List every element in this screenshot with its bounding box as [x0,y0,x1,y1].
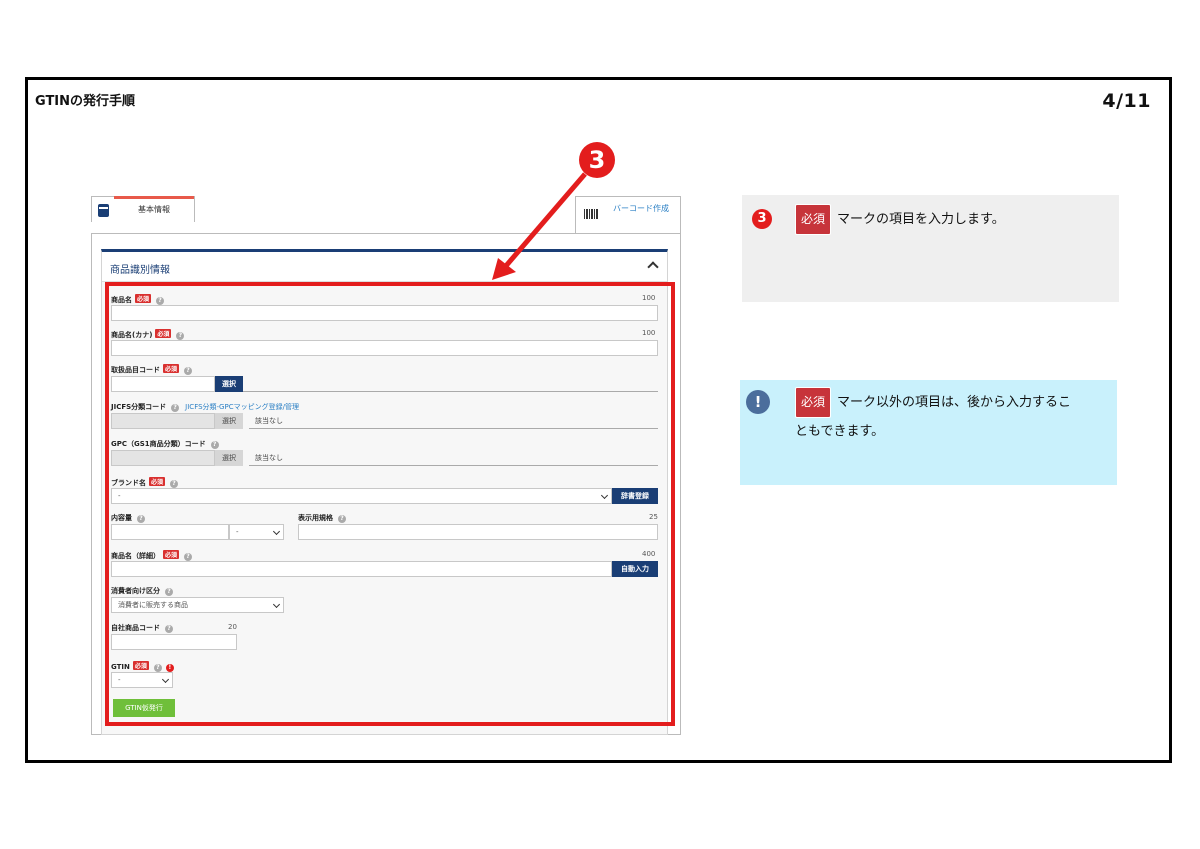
callout-second-line1: マーク以外の項目は、後から入力するこ [837,395,1072,410]
callout-first-text-body: マークの項目を入力します。 [837,212,1005,227]
tab-basic-info-label: 基本情報 [138,205,170,214]
callout-first-text: 必須 マークの項目を入力します。 [795,204,1005,235]
chevron-up-icon[interactable] [647,261,659,273]
callout-optional-fields: ! 必須 マーク以外の項目は、後から入力するこ ともできます。 [740,380,1117,485]
tab-barcode-label: バーコード作成 [613,204,669,213]
tab-barcode[interactable]: バーコード作成 [575,196,681,234]
highlight-frame [105,282,675,726]
step-badge: 3 [579,142,615,178]
info-icon: ! [746,390,770,414]
callout-second-text: 必須 マーク以外の項目は、後から入力するこ ともできます。 [795,387,1071,445]
callout-required-fields: 3 必須 マークの項目を入力します。 [742,195,1119,302]
section-header[interactable]: 商品識別情報 [102,252,667,282]
section-title: 商品識別情報 [110,265,170,276]
page-number: 4/11 [1102,90,1151,112]
tab-strip: 基本情報 バーコード作成 [91,196,681,234]
step-number-badge: 3 [752,209,772,229]
barcode-icon [584,209,598,219]
tab-active-indicator [114,196,194,199]
slide-title: GTINの発行手順 [35,94,136,109]
form-icon [98,204,109,217]
tab-basic-info[interactable]: 基本情報 [91,196,195,222]
slide: GTINの発行手順 4/11 基本情報 バーコード作成 商品識別情報 商品名 必須… [25,77,1172,763]
callout-second-line2: ともできます。 [795,424,885,439]
required-mark: 必須 [795,387,832,418]
required-mark: 必須 [795,204,832,235]
